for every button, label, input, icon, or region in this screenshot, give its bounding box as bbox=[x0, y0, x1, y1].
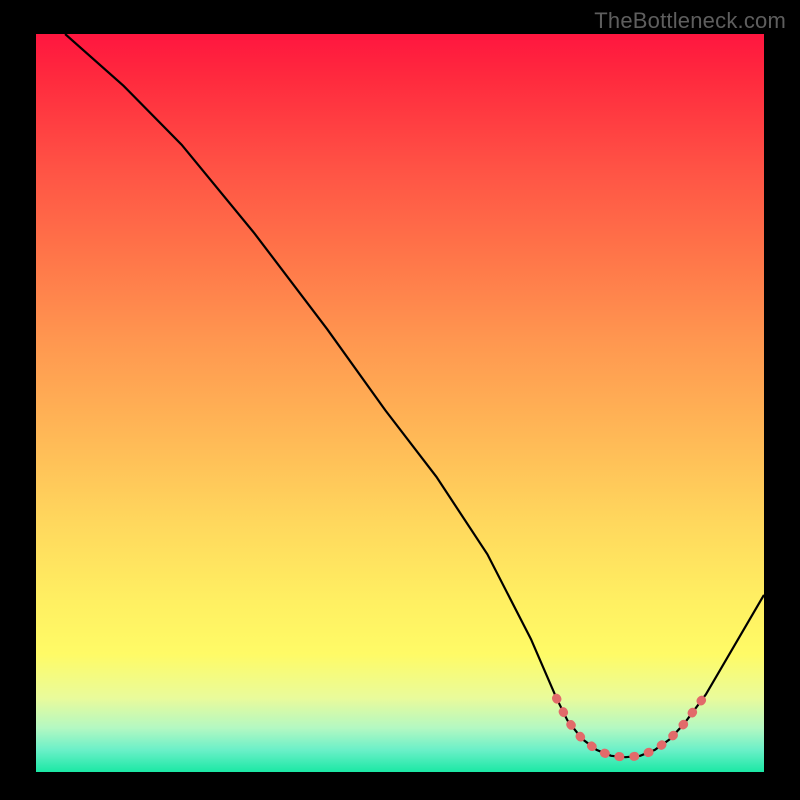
curve-line bbox=[65, 34, 764, 757]
highlight-segment bbox=[557, 695, 706, 758]
chart-area bbox=[36, 34, 764, 772]
watermark-text: TheBottleneck.com bbox=[594, 8, 786, 34]
line-chart-svg bbox=[36, 34, 764, 772]
